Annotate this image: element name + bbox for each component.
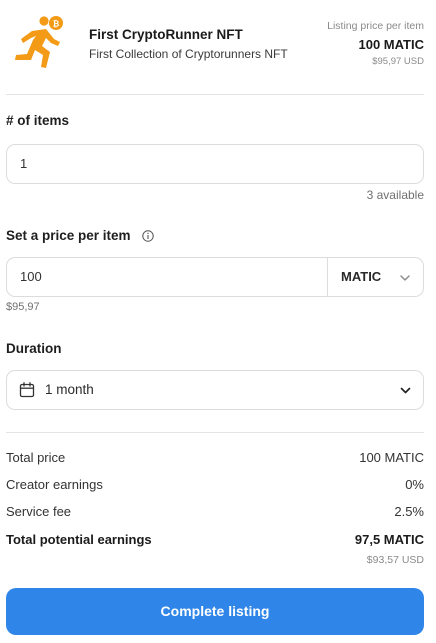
svg-text:₿: ₿ [53, 20, 60, 29]
summary-divider [6, 432, 424, 433]
listing-price-value: 100 MATIC [358, 37, 425, 52]
items-quantity-field[interactable]: 1 [6, 144, 424, 184]
price-value: 100 [20, 269, 42, 284]
items-quantity-value: 1 [20, 156, 28, 171]
summary-row-total-earnings: Total potential earnings 97,5 MATIC [6, 532, 424, 550]
currency-select[interactable]: MATIC [328, 258, 423, 296]
listing-price-label: Listing price per item [327, 20, 424, 32]
duration-label: Duration [6, 341, 62, 356]
duration-select[interactable]: 1 month [6, 370, 424, 410]
running-man-with-bitcoin-icon: ₿ [10, 12, 72, 74]
summary-row-creator-earnings: Creator earnings 0% [6, 477, 424, 495]
summary-row-value: 2.5% [394, 504, 424, 519]
summary-row-value: 0% [405, 477, 424, 492]
listing-price-usd: $95,97 USD [372, 56, 424, 67]
summary-row-value: 100 MATIC [359, 450, 424, 465]
items-label: # of items [6, 113, 70, 128]
currency-value: MATIC [341, 269, 382, 284]
summary-row-label: Creator earnings [6, 477, 103, 492]
summary-row-label: Service fee [6, 504, 72, 519]
calendar-icon [19, 382, 35, 398]
available-count: 3 available [366, 188, 424, 202]
total-earnings-usd: $93,57 USD [366, 554, 424, 566]
chevron-down-icon [399, 271, 411, 283]
summary-row-total-price: Total price 100 MATIC [6, 450, 424, 468]
summary-row-value: 97,5 MATIC [354, 532, 424, 547]
complete-listing-button[interactable]: Complete listing [6, 588, 424, 635]
duration-value: 1 month [45, 382, 94, 397]
nft-title: First CryptoRunner NFT [89, 27, 243, 42]
info-icon[interactable] [142, 229, 154, 242]
summary-row-service-fee: Service fee 2.5% [6, 504, 424, 522]
price-label: Set a price per item [6, 228, 131, 243]
summary-row-label: Total price [6, 450, 66, 465]
header-divider [6, 94, 424, 95]
nft-header: ₿ First CryptoRunner NFT First Collectio… [0, 0, 436, 94]
listing-panel: ₿ First CryptoRunner NFT First Collectio… [0, 0, 436, 643]
collection-name: First Collection of Cryptorunners NFT [89, 47, 288, 61]
price-field[interactable]: 100 MATIC [6, 257, 424, 297]
summary-row-label: Total potential earnings [6, 532, 152, 547]
chevron-down-icon [399, 384, 412, 397]
price-usd: $95,97 [6, 301, 40, 313]
